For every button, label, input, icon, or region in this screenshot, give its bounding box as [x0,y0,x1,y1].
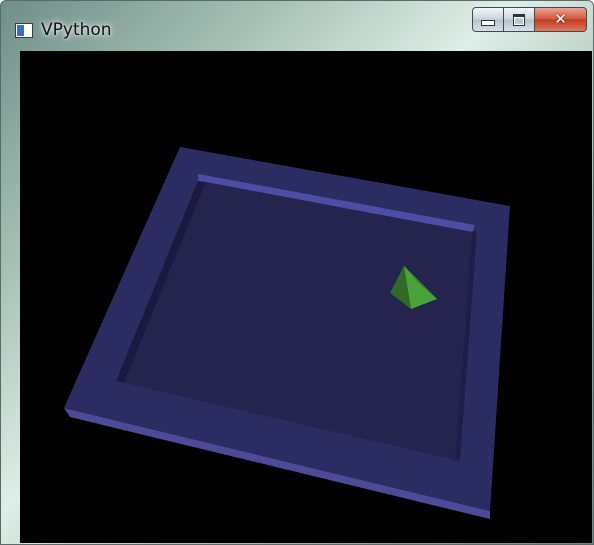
title-bar[interactable]: VPython ✕ [1,1,593,51]
close-button[interactable]: ✕ [535,7,587,32]
window-controls: ✕ [472,7,587,32]
vpython-window-icon[interactable] [15,23,33,38]
scene-3d-view [64,147,510,519]
minimize-icon [481,19,495,26]
window-title: VPython [41,20,112,40]
vpython-window: VPython ✕ [0,0,594,545]
scene-canvas[interactable] [20,51,592,543]
close-icon: ✕ [554,10,567,28]
minimize-button[interactable] [472,7,504,32]
maximize-icon [513,13,525,26]
maximize-button[interactable] [504,7,535,32]
